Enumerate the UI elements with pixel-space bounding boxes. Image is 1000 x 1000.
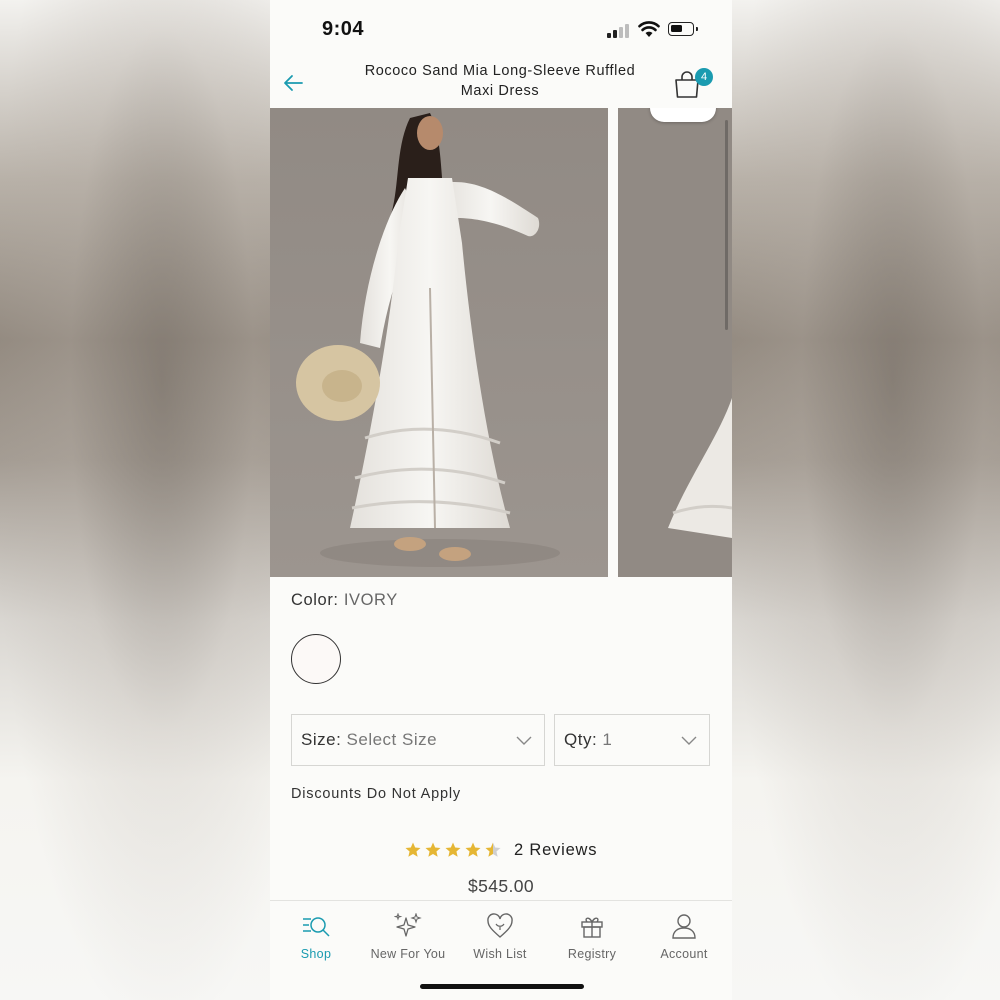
- tab-label: Wish List: [473, 947, 527, 961]
- status-bar: 9:04: [270, 0, 732, 56]
- heart-icon: [487, 913, 513, 938]
- person-icon: [672, 914, 696, 939]
- cart-count-badge: 4: [695, 68, 713, 86]
- color-value: IVORY: [343, 591, 398, 609]
- star-icon: [465, 842, 481, 857]
- product-image-main[interactable]: [270, 108, 608, 577]
- tab-wish-list[interactable]: Wish List: [454, 909, 546, 969]
- rating-summary[interactable]: 2 Reviews: [404, 838, 597, 862]
- chevron-down-icon: [516, 736, 532, 745]
- size-value: Select Size: [346, 730, 438, 749]
- background-blur-right: [732, 0, 1000, 1000]
- quantity-select[interactable]: Qty: 1: [554, 714, 710, 766]
- discounts-note: Discounts Do Not Apply: [291, 786, 461, 802]
- qty-label: Qty:: [564, 730, 598, 749]
- cart-button[interactable]: 4: [672, 66, 713, 100]
- chevron-down-icon: [681, 736, 697, 745]
- star-icon: [425, 842, 441, 857]
- product-price: $545.00: [467, 876, 535, 896]
- tab-label: Registry: [567, 947, 617, 961]
- color-label-text: Color:: [291, 591, 339, 609]
- tab-new-for-you[interactable]: New For You: [362, 909, 454, 969]
- background-blur-left: [0, 0, 270, 1000]
- product-image-gallery[interactable]: [270, 108, 732, 577]
- half-star-icon: [485, 842, 501, 857]
- size-select[interactable]: Size: Select Size: [291, 714, 545, 766]
- tab-shop[interactable]: Shop: [270, 909, 362, 969]
- size-label: Size:: [301, 730, 342, 749]
- reviews-link[interactable]: 2 Reviews: [514, 841, 597, 860]
- shop-search-icon: [303, 917, 330, 937]
- tab-label: Shop: [300, 947, 332, 961]
- quantity-select-text: Qty: 1: [564, 730, 612, 750]
- color-swatch-ivory[interactable]: [291, 634, 341, 684]
- battery-icon: [668, 22, 698, 36]
- page-title: Rococo Sand Mia Long-Sleeve Ruffled Maxi…: [364, 63, 636, 99]
- tab-label: New For You: [370, 947, 446, 961]
- star-rating: [404, 841, 502, 859]
- status-time: 9:04: [322, 18, 365, 40]
- star-icon: [445, 842, 461, 857]
- size-select-text: Size: Select Size: [301, 730, 437, 750]
- header: Rococo Sand Mia Long-Sleeve Ruffled Maxi…: [270, 56, 732, 108]
- back-arrow-icon: [284, 75, 303, 91]
- star-icon: [405, 842, 421, 857]
- cellular-signal-icon: [607, 22, 631, 38]
- gift-icon: [581, 917, 603, 938]
- color-label: Color: IVORY: [291, 591, 398, 610]
- product-image-next[interactable]: [618, 108, 732, 577]
- tab-registry[interactable]: Registry: [546, 909, 638, 969]
- wifi-icon: [638, 21, 660, 37]
- tab-label: Account: [660, 947, 708, 961]
- home-indicator: [420, 984, 584, 989]
- tab-account[interactable]: Account: [638, 909, 730, 969]
- qty-value: 1: [602, 730, 613, 749]
- gallery-overlay-button[interactable]: [650, 108, 716, 122]
- gallery-scroll-indicator: [725, 120, 728, 330]
- back-button[interactable]: [276, 66, 310, 100]
- sparkles-icon: [394, 913, 422, 937]
- phone-screen: 9:04 Rococo Sand Mia Long-Sleeve Ruffled…: [270, 0, 732, 1000]
